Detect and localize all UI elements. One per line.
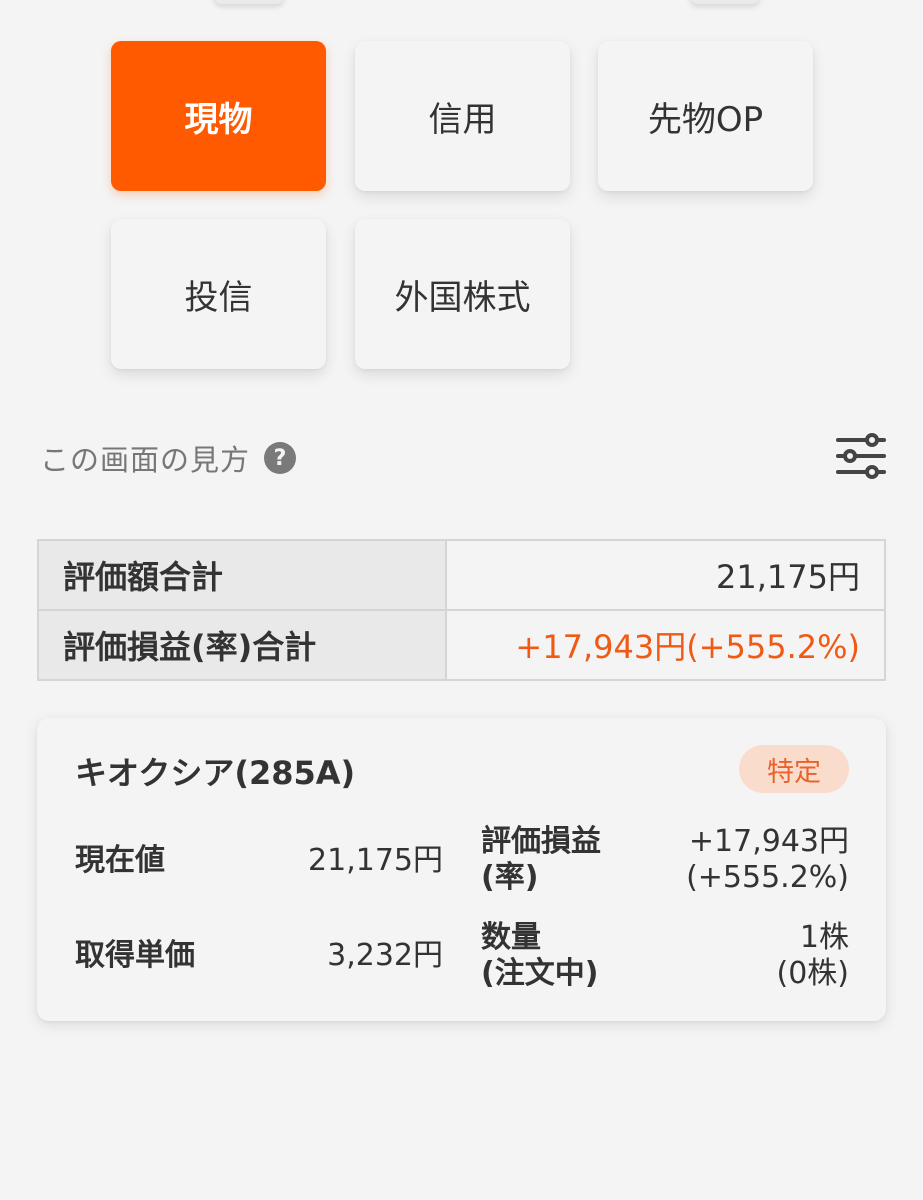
current-price-value: 21,175円 [308, 843, 443, 878]
pl-value-line1: +17,943円 [688, 824, 849, 859]
tab-toshin[interactable]: 投信 [111, 219, 326, 369]
pl-label: 評価損益 (率) [481, 824, 601, 896]
sliders-icon[interactable] [834, 432, 888, 480]
qty-value: 1株 (0株) [637, 920, 850, 992]
qty-value-line2: (0株) [776, 956, 850, 991]
top-remnant-left [214, 0, 284, 4]
help-text: この画面の見方 [40, 443, 251, 477]
qty-label-line2: (注文中) [481, 956, 599, 991]
qty-label: 数量 (注文中) [481, 920, 598, 992]
pl-total-label: 評価損益(率)合計 [37, 609, 447, 681]
tab-foreign-stocks[interactable]: 外国株式 [355, 219, 570, 369]
question-circle-icon: ? [264, 442, 297, 474]
tab-shinyo[interactable]: 信用 [355, 41, 570, 191]
tab-genbutsu[interactable]: 現物 [111, 41, 326, 191]
holding-card[interactable]: キオクシア(285A) 特定 現在値 21,175円 評価損益 (率) +17,… [37, 718, 886, 1021]
cost-label: 取得単価 [75, 938, 195, 973]
current-price-label: 現在値 [75, 843, 165, 878]
valuation-total-value: 21,175円 [445, 539, 886, 611]
top-remnant-right [690, 0, 760, 4]
valuation-total-label: 評価額合計 [37, 539, 447, 611]
pl-label-line2: (率) [481, 860, 539, 895]
pl-label-line1: 評価損益 [481, 824, 601, 859]
summary-table: 評価額合計 21,175円 評価損益(率)合計 +17,943円(+555.2%… [37, 539, 886, 681]
qty-value-line1: 1株 [799, 920, 849, 955]
page: 現物 信用 先物OP 投信 外国株式 この画面の見方 ? 評価額合計 21,17… [0, 0, 923, 1200]
pl-total-value: +17,943円(+555.2%) [445, 609, 886, 681]
qty-label-line1: 数量 [481, 920, 541, 955]
help-link[interactable]: この画面の見方 ? [40, 436, 297, 480]
summary-row-valuation: 評価額合計 21,175円 [37, 539, 886, 611]
cost-value: 3,232円 [327, 938, 443, 973]
pl-value-line2: (+555.2%) [686, 860, 849, 895]
account-type-badge: 特定 [739, 745, 849, 793]
pl-value: +17,943円 (+555.2%) [637, 824, 849, 896]
summary-row-pl: 評価損益(率)合計 +17,943円(+555.2%) [37, 609, 886, 681]
tab-futures-op[interactable]: 先物OP [598, 41, 813, 191]
stock-name: キオクシア(285A) [75, 754, 356, 792]
